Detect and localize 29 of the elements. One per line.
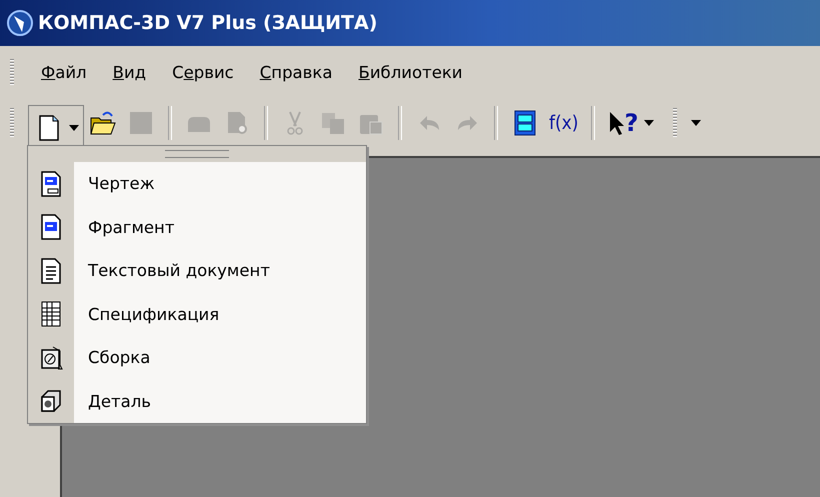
- menu-item[interactable]: Библиотеки: [349, 60, 472, 84]
- menu-option[interactable]: Спецификация: [28, 292, 366, 336]
- part-cube-icon: [39, 388, 63, 414]
- menu-option[interactable]: Фрагмент: [28, 206, 366, 249]
- compass-logo-icon: [6, 8, 34, 38]
- help-button[interactable]: ?: [603, 103, 660, 143]
- assembly-icon: [39, 344, 63, 371]
- window-title: КОМПАС-3D V7 Plus (ЗАЩИТА): [38, 12, 378, 34]
- open-folder-icon: [89, 109, 117, 137]
- menu-option[interactable]: Деталь: [28, 380, 366, 423]
- menu-grip[interactable]: [165, 150, 229, 158]
- fragment-document-icon: [39, 214, 63, 240]
- menu-item[interactable]: Справка: [250, 60, 342, 84]
- menu-item[interactable]: Сервис: [163, 60, 243, 84]
- pointer-arrow-icon: [608, 110, 624, 136]
- menu-item[interactable]: Файл: [32, 60, 96, 84]
- function-button[interactable]: f(x): [544, 103, 584, 143]
- drawing-document-icon: [39, 170, 63, 197]
- menu-option[interactable]: Сборка: [28, 336, 366, 380]
- menu-item[interactable]: Вид: [104, 60, 156, 84]
- text-document-icon: [39, 258, 63, 284]
- undo-icon: [418, 115, 440, 131]
- caret-icon: [644, 120, 654, 126]
- toolbar-options-icon: [691, 120, 702, 126]
- caret-icon: [69, 125, 79, 131]
- redo-icon: [456, 115, 478, 131]
- menu-option[interactable]: Чертеж: [28, 162, 366, 206]
- table-document-icon: [39, 301, 63, 328]
- menu-option[interactable]: Текстовый документ: [28, 249, 366, 292]
